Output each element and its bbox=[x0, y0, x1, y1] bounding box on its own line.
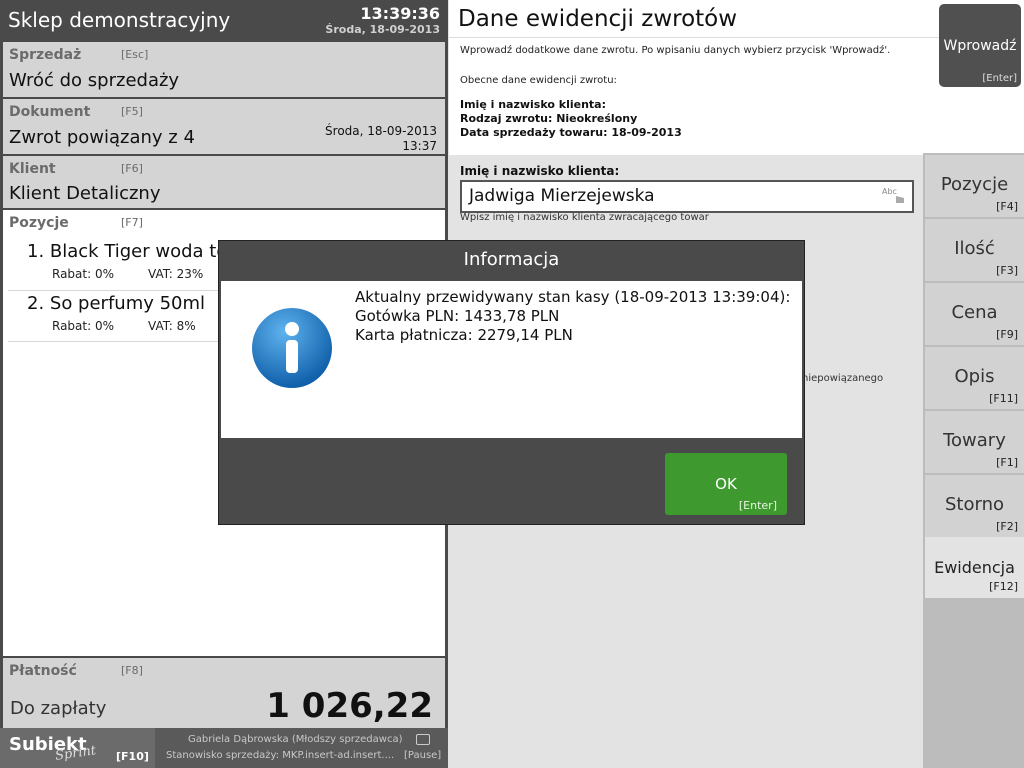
item-discount: Rabat: 0% bbox=[52, 267, 114, 281]
dialog-line-2: Gotówka PLN: 1433,78 PLN bbox=[355, 307, 560, 325]
page-title: Dane ewidencji zwrotów bbox=[458, 6, 738, 32]
sidebar-divider bbox=[923, 153, 925, 598]
client-name-value: Jadwiga Mierzejewska bbox=[469, 186, 655, 206]
client-name-hint: Wpisz imię i nazwisko klienta zwracające… bbox=[460, 212, 709, 223]
document-label: Dokument bbox=[9, 104, 91, 120]
enter-button[interactable]: Wprowadź [Enter] bbox=[939, 4, 1021, 87]
ok-button[interactable]: OK [Enter] bbox=[665, 453, 787, 515]
positions-key: [F7] bbox=[121, 216, 143, 229]
return-data-panel: Dane ewidencji zwrotów Wprowadź dodatkow… bbox=[449, 0, 1024, 155]
brand-key: [F10] bbox=[116, 750, 149, 763]
sale-date-line: Data sprzedaży towaru: 18-09-2013 bbox=[460, 126, 682, 139]
client-label: Klient bbox=[9, 161, 56, 177]
price-button-label: Cena bbox=[951, 302, 998, 323]
item-name: 1. Black Tiger woda toa bbox=[27, 241, 239, 262]
title-divider bbox=[449, 37, 939, 38]
item-name: 2. So perfumy 50ml bbox=[27, 293, 206, 314]
positions-button-label: Pozycje bbox=[940, 174, 1009, 195]
item-vat: VAT: 8% bbox=[148, 319, 196, 333]
user-name: Gabriela Dąbrowska (Młodszy sprzedawca) bbox=[188, 734, 403, 745]
brand-logo[interactable]: Subiekt Sprint [F10] bbox=[0, 728, 155, 768]
item-discount: Rabat: 0% bbox=[52, 319, 114, 333]
document-date: Środa, 18-09-2013 bbox=[325, 124, 437, 138]
info-dialog: Informacja Aktualny przewidywany stan ka… bbox=[218, 240, 805, 525]
client-name-line: Imię i nazwisko klienta: bbox=[460, 98, 606, 111]
info-icon bbox=[251, 307, 333, 389]
description-button-key: [F11] bbox=[989, 392, 1018, 405]
positions-button-key: [F4] bbox=[996, 200, 1018, 213]
document-time: 13:37 bbox=[402, 139, 437, 153]
dialog-line-1: Aktualny przewidywany stan kasy (18-09-2… bbox=[355, 288, 791, 306]
sale-label: Sprzedaż bbox=[9, 47, 82, 63]
dialog-title: Informacja bbox=[463, 249, 560, 270]
storno-button[interactable]: Storno [F2] bbox=[925, 473, 1024, 537]
products-button[interactable]: Towary [F1] bbox=[925, 409, 1024, 473]
item-vat: VAT: 23% bbox=[148, 267, 204, 281]
sale-key: [Esc] bbox=[121, 48, 149, 61]
client-key: [F6] bbox=[121, 162, 143, 175]
storno-button-label: Storno bbox=[944, 494, 1004, 515]
products-button-label: Towary bbox=[943, 430, 1006, 451]
ok-button-key: [Enter] bbox=[738, 499, 777, 512]
positions-button[interactable]: Pozycje [F4] bbox=[925, 153, 1024, 217]
client-value: Klient Detaliczny bbox=[9, 183, 161, 204]
enter-button-key: [Enter] bbox=[982, 73, 1017, 84]
storno-button-key: [F2] bbox=[996, 520, 1018, 533]
products-button-key: [F1] bbox=[996, 456, 1018, 469]
due-label: Do zapłaty bbox=[10, 698, 107, 719]
store-header: Sklep demonstracyjny 13:39:36 Środa, 18-… bbox=[0, 0, 448, 42]
current-data-label: Obecne dane ewidencji zwrotu: bbox=[460, 75, 617, 86]
payment-label: Płatność bbox=[9, 663, 77, 679]
sale-section[interactable]: Sprzedaż [Esc] Wróć do sprzedaży bbox=[3, 42, 445, 99]
lock-icon bbox=[416, 734, 430, 745]
pause-key[interactable]: [Pause] bbox=[404, 750, 441, 761]
payment-key: [F8] bbox=[121, 664, 143, 677]
svg-text:Abc: Abc bbox=[882, 187, 897, 196]
registry-button[interactable]: Ewidencja [F12] bbox=[925, 537, 1024, 597]
dialog-body: Aktualny przewidywany stan kasy (18-09-2… bbox=[221, 281, 802, 438]
due-amount: 1 026,22 bbox=[266, 686, 433, 726]
price-button-key: [F9] bbox=[996, 328, 1018, 341]
status-bar: Subiekt Sprint [F10] Gabriela Dąbrowska … bbox=[0, 728, 448, 768]
document-section[interactable]: Dokument [F5] Zwrot powiązany z 4 Środa,… bbox=[3, 99, 445, 156]
ok-button-label: OK bbox=[715, 475, 737, 493]
description-button-label: Opis bbox=[954, 366, 995, 387]
client-section[interactable]: Klient [F6] Klient Detaliczny bbox=[3, 156, 445, 210]
client-name-field-label: Imię i nazwisko klienta: bbox=[460, 164, 620, 178]
description-button[interactable]: Opis [F11] bbox=[925, 345, 1024, 409]
payment-section[interactable]: Płatność [F8] Do zapłaty 1 026,22 bbox=[3, 658, 445, 728]
positions-label: Pozycje bbox=[9, 215, 69, 231]
document-key: [F5] bbox=[121, 105, 143, 118]
document-value: Zwrot powiązany z 4 bbox=[9, 127, 195, 148]
price-button[interactable]: Cena [F9] bbox=[925, 281, 1024, 345]
station-name: Stanowisko sprzedaży: MKP.insert-ad.inse… bbox=[166, 750, 395, 761]
enter-button-label: Wprowadź bbox=[943, 38, 1017, 54]
quantity-button-label: Ilość bbox=[954, 238, 995, 259]
dialog-line-3: Karta płatnicza: 2279,14 PLN bbox=[355, 326, 573, 344]
keyboard-icon[interactable]: Abc bbox=[882, 185, 908, 205]
quantity-button[interactable]: Ilość [F3] bbox=[925, 217, 1024, 281]
store-name: Sklep demonstracyjny bbox=[8, 8, 231, 32]
instructions-text: Wprowadź dodatkowe dane zwrotu. Po wpisa… bbox=[460, 45, 891, 56]
clock-date: Środa, 18-09-2013 bbox=[325, 23, 440, 36]
sidebar-filler bbox=[923, 598, 1024, 768]
registry-button-label: Ewidencja bbox=[934, 558, 1015, 577]
return-type-line: Rodzaj zwrotu: Nieokreślony bbox=[460, 112, 638, 125]
client-name-field[interactable]: Jadwiga Mierzejewska Abc bbox=[460, 180, 914, 213]
clock-time: 13:39:36 bbox=[360, 4, 440, 23]
quantity-button-key: [F3] bbox=[996, 264, 1018, 277]
sale-value: Wróć do sprzedaży bbox=[9, 70, 180, 91]
partial-hint-text: niepowiązanego bbox=[802, 373, 884, 384]
registry-button-key: [F12] bbox=[989, 580, 1018, 593]
